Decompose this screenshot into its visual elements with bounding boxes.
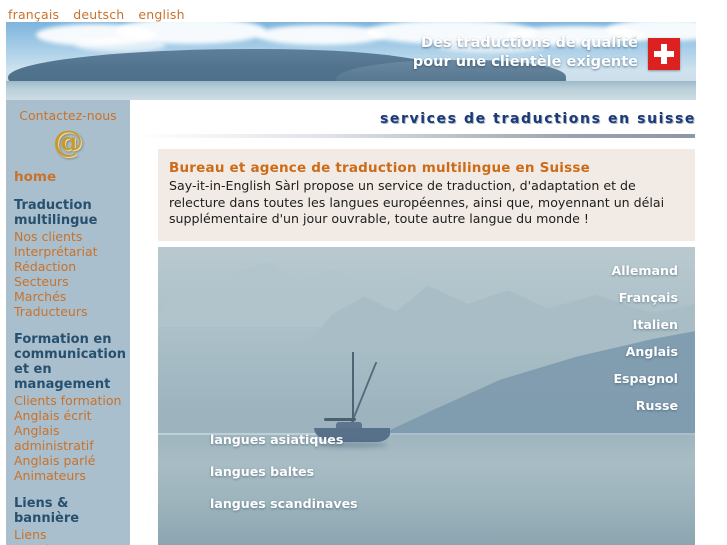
- sidebar-heading-traduction-multilingue: Traduction multilingue: [14, 198, 98, 228]
- sidebar-heading-liens-banniere: Liens & bannière: [14, 496, 80, 526]
- sidebar-nav: home Traduction multilingue Nos clients …: [6, 169, 130, 545]
- language-link-francais[interactable]: Français: [619, 290, 678, 305]
- language-link-langues-baltes[interactable]: langues baltes: [210, 464, 314, 479]
- language-link-italien[interactable]: Italien: [633, 317, 678, 332]
- banner-caption-line2: pour une clientèle exigente: [412, 54, 638, 70]
- sidebar: Contactez-nous @ home Traduction multili…: [6, 100, 130, 545]
- language-link-espagnol[interactable]: Espagnol: [613, 371, 678, 386]
- sidebar-item-anglais-ecrit[interactable]: Anglais écrit: [14, 408, 130, 423]
- sidebar-item-anglais-parle[interactable]: Anglais parlé: [14, 453, 130, 468]
- contact-us-link[interactable]: Contactez-nous: [6, 108, 130, 123]
- intro-card: Bureau et agence de traduction multiling…: [158, 149, 695, 241]
- sidebar-item-interpretariat[interactable]: Interprétariat: [14, 244, 130, 259]
- language-nav: français deutsch english: [0, 0, 727, 22]
- page-title: services de traductions en suisse: [379, 111, 696, 127]
- sidebar-item-traducteurs[interactable]: Traducteurs: [14, 304, 130, 319]
- language-link-anglais[interactable]: Anglais: [626, 344, 678, 359]
- sidebar-item-nos-clients[interactable]: Nos clients: [14, 229, 130, 244]
- mountain-ridge-mid: [308, 285, 695, 345]
- language-link-langues-scandinaves[interactable]: langues scandinaves: [210, 496, 358, 511]
- main-content: services de traductions en suisse Bureau…: [136, 100, 727, 545]
- banner-caption-line1: Des traductions de qualité: [420, 35, 638, 51]
- sidebar-item-clients-formation[interactable]: Clients formation: [14, 393, 130, 408]
- sidebar-item-anglais-administratif[interactable]: Anglais administratif: [14, 423, 130, 453]
- lang-link-english[interactable]: english: [138, 7, 184, 22]
- banner-caption: Des traductions de qualité pour une clie…: [413, 34, 638, 72]
- sidebar-item-secteurs[interactable]: Secteurs: [14, 274, 130, 289]
- sidebar-heading-formation: Formation en communication et en managem…: [14, 332, 127, 392]
- sidebar-item-liens[interactable]: Liens: [14, 527, 130, 542]
- intro-card-title: Bureau et agence de traduction multiling…: [169, 160, 590, 176]
- sidebar-group-liens: Liens & bannière Liens Banniere: [14, 496, 130, 545]
- sidebar-item-home[interactable]: home: [14, 169, 130, 185]
- languages-photo-panel: Allemand Français Italien Anglais Espagn…: [158, 247, 695, 545]
- header-banner: Des traductions de qualité pour une clie…: [6, 22, 696, 100]
- contact-block: Contactez-nous @: [6, 104, 130, 162]
- lang-link-deutsch[interactable]: deutsch: [73, 7, 124, 22]
- sidebar-item-marches[interactable]: Marchés: [14, 289, 130, 304]
- at-sign-icon[interactable]: @: [49, 124, 87, 162]
- lake-water: [158, 435, 695, 545]
- language-link-langues-asiatiques[interactable]: langues asiatiques: [210, 432, 343, 447]
- lang-link-francais[interactable]: français: [8, 7, 59, 22]
- title-divider: [136, 134, 695, 138]
- sidebar-item-redaction[interactable]: Rédaction: [14, 259, 130, 274]
- intro-card-text: Say-it-in-English Sàrl propose un servic…: [169, 178, 665, 226]
- sidebar-group-traduction: Traduction multilingue Nos clients Inter…: [14, 198, 130, 319]
- language-link-allemand[interactable]: Allemand: [611, 263, 678, 278]
- sidebar-item-animateurs[interactable]: Animateurs: [14, 468, 130, 483]
- language-link-russe[interactable]: Russe: [636, 398, 678, 413]
- sidebar-group-formation: Formation en communication et en managem…: [14, 332, 130, 483]
- swiss-flag-icon: [648, 38, 680, 70]
